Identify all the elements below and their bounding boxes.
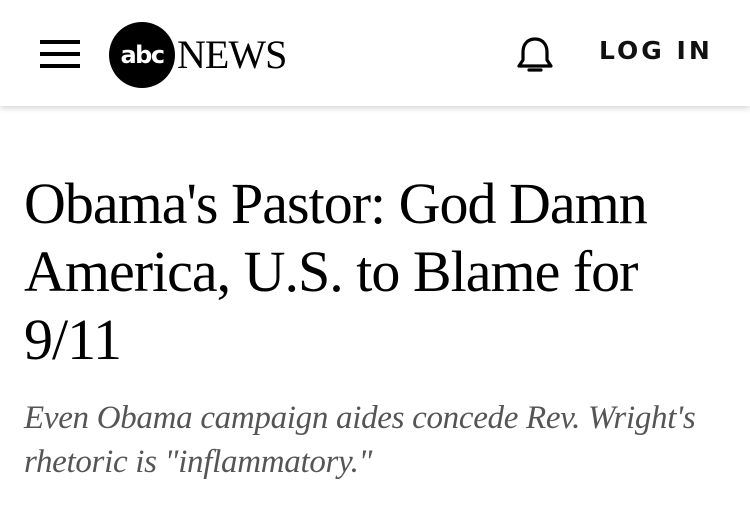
logo-wordmark: NEWS xyxy=(177,32,287,77)
hamburger-menu-icon xyxy=(40,40,80,44)
article-subheadline: Even Obama campaign aides concede Rev. W… xyxy=(24,400,696,480)
login-button[interactable]: LOG IN xyxy=(599,34,713,68)
site-header: abc NEWS LOG IN xyxy=(0,0,750,106)
abc-news-logo[interactable]: abc NEWS xyxy=(109,22,309,88)
article-headline: Obama's Pastor: God Damn America, U.S. t… xyxy=(24,171,648,372)
hamburger-menu-button[interactable] xyxy=(40,38,80,70)
notifications-button[interactable] xyxy=(513,33,557,77)
bell-icon xyxy=(517,37,553,72)
abc-logo-mark: abc xyxy=(109,22,175,88)
